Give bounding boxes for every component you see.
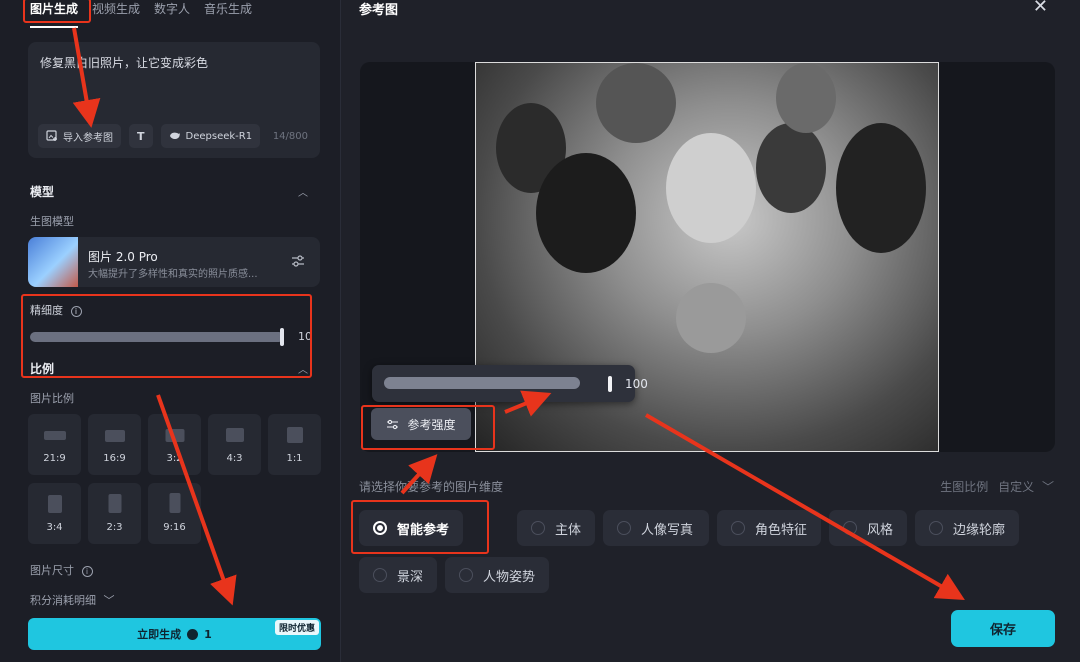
output-ratio-value: 自定义 [998,480,1035,494]
model-chip-label: Deepseek-R1 [185,130,253,142]
option-portrait[interactable]: 人像写真 [603,510,709,546]
image-size-text: 图片尺寸 [30,564,74,577]
cost-details[interactable]: 积分消耗明细 ﹀ [30,592,115,608]
radio-icon [731,521,745,535]
settings-sliders-icon[interactable] [290,253,306,269]
model-card[interactable]: 图片 2.0 Pro 大幅提升了多样性和真实的照片质感... [28,237,320,287]
model-sub-label: 生图模型 [30,215,74,228]
strength-slider-knob[interactable] [608,376,612,392]
tab-digital-human[interactable]: 数字人 [154,0,190,28]
radio-icon [617,521,631,535]
tab-video-gen[interactable]: 视频生成 [92,0,140,28]
coin-icon [187,628,199,640]
image-size-label: 图片尺寸 i [30,562,93,578]
option-label: 人物姿势 [483,569,536,585]
text-icon: T [137,129,145,143]
ratio-option[interactable]: 2:3 [88,483,141,544]
radio-icon [843,521,857,535]
radio-icon [373,568,387,582]
import-image-icon [46,130,57,141]
ratio-sub-label: 图片比例 [30,392,74,405]
ratio-option[interactable]: 16:9 [88,414,141,475]
chevron-down-icon: ﹀ [103,594,115,607]
info-icon[interactable]: i [81,566,93,577]
annotation-box-strength [361,405,495,450]
radio-icon [531,521,545,535]
chevron-up-icon[interactable]: ︿ [298,184,308,199]
ratio-option[interactable]: 1:1 [268,414,321,475]
ratio-option[interactable]: 3:4 [28,483,81,544]
reference-image-panel: 参考图 ✕ 100 参考强度 请选择你要参考的图片维度 生图比例 自定义 ﹀ 智… [341,0,1080,662]
strength-value: 100 [625,377,648,391]
import-ref-button[interactable]: 导入参考图 [38,124,121,148]
import-ref-label: 导入参考图 [63,132,113,144]
option-label: 边缘轮廓 [953,522,1006,538]
option-label: 风格 [867,522,894,538]
ratio-option[interactable]: 21:9 [28,414,81,475]
annotation-box-smart-ref [351,500,489,554]
option-label: 人像写真 [641,522,694,538]
option-depth[interactable]: 景深 [359,557,437,593]
save-button[interactable]: 保存 [951,610,1055,647]
radio-icon [459,568,473,582]
deepseek-icon [169,132,180,139]
close-icon[interactable]: ✕ [1033,0,1048,17]
generate-count: 1 [204,627,212,641]
ratio-option[interactable]: 3:2 [148,414,201,475]
char-counter: 14/800 [272,131,308,142]
radio-icon [929,521,943,535]
option-character[interactable]: 角色特征 [717,510,821,546]
option-subject[interactable]: 主体 [517,510,595,546]
output-ratio-select[interactable]: 生图比例 自定义 ﹀ [940,478,1054,495]
option-label: 主体 [555,522,582,538]
prompt-text[interactable]: 修复黑白旧照片，让它变成彩色 [40,54,208,71]
model-thumbnail [28,237,78,287]
model-chip[interactable]: Deepseek-R1 [160,124,261,148]
option-style[interactable]: 风格 [829,510,907,546]
annotation-box-tab [23,0,91,23]
option-edge[interactable]: 边缘轮廓 [915,510,1019,546]
cost-label: 积分消耗明细 [30,594,96,607]
option-label: 角色特征 [755,522,808,538]
option-label: 景深 [397,569,424,585]
promo-badge: 限时优惠 [274,620,319,635]
model-name: 图片 2.0 Pro [88,250,158,264]
ratio-option[interactable]: 9:16 [148,483,201,544]
annotation-box-precision [21,294,312,378]
option-pose[interactable]: 人物姿势 [445,557,549,593]
model-desc: 大幅提升了多样性和真实的照片质感... [88,269,258,280]
dimension-prompt: 请选择你要参考的图片维度 [359,480,504,494]
generate-button[interactable]: 立即生成 1 限时优惠 [28,618,321,650]
generate-label: 立即生成 [137,628,182,641]
strength-popover: 100 [372,365,648,402]
chevron-down-icon: ﹀ [1041,480,1054,494]
tab-music-gen[interactable]: 音乐生成 [204,0,252,28]
ratio-option[interactable]: 4:3 [208,414,261,475]
model-section-title: 模型 [30,185,55,199]
prompt-tools: 导入参考图 T Deepseek-R1 [38,124,261,148]
text-tool-button[interactable]: T [129,124,153,148]
panel-title: 参考图 [359,3,399,18]
prompt-box[interactable]: 修复黑白旧照片，让它变成彩色 导入参考图 T Deepseek-R1 14/80… [28,42,320,158]
strength-slider-track[interactable] [384,377,580,389]
output-ratio-label: 生图比例 [940,480,989,494]
